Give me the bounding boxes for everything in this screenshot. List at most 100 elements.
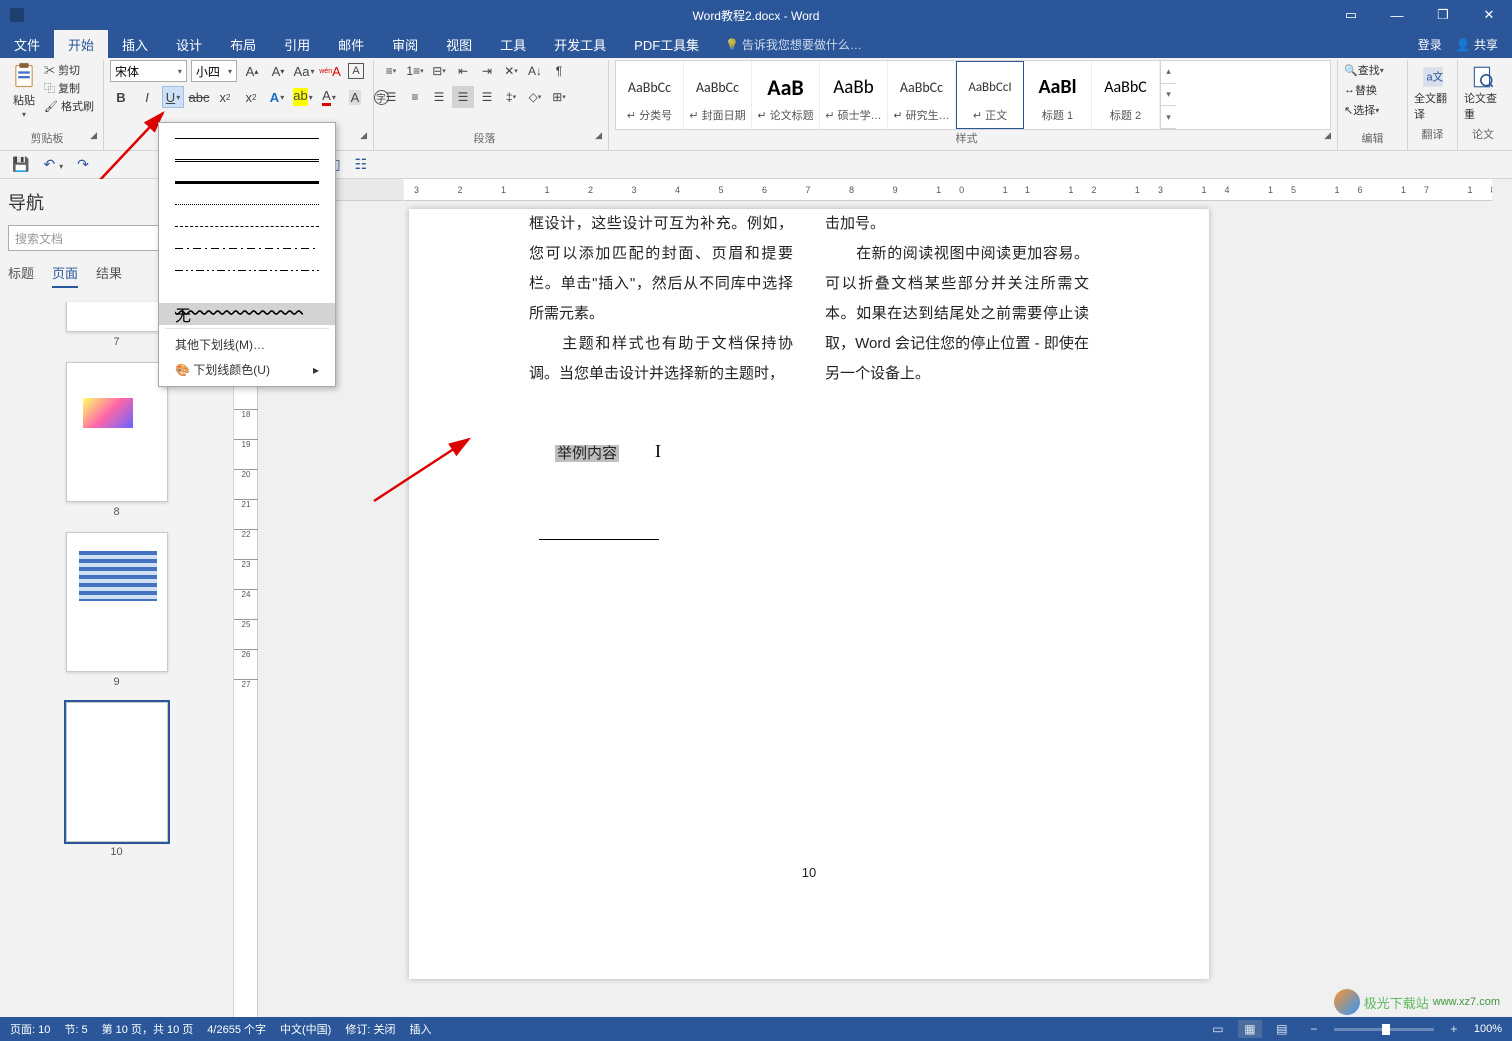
nav-tab-pages[interactable]: 页面 [52,263,78,288]
doc-col2[interactable]: 击加号。 在新的阅读视图中阅读更加容易。可以折叠文档某些部分并关注所需文本。如果… [825,209,1089,389]
tell-me-input[interactable]: 告诉我您想要做什么… [725,30,862,58]
status-track[interactable]: 修订: 关闭 [345,1021,395,1037]
group-translate[interactable]: a文 全文翻译 翻译 [1408,60,1458,150]
view-read-icon[interactable]: ▭ [1206,1020,1230,1038]
find-button[interactable]: 🔍 查找 ▾ [1344,60,1401,80]
doc-col1[interactable]: 框设计，这些设计可互为补充。例如，您可以添加匹配的封面、页眉和提要栏。单击"插入… [529,209,793,389]
horizontal-ruler[interactable]: 3 2 1 1 2 3 4 5 6 7 8 9 10 11 12 13 14 1… [404,179,1492,201]
paragraph-launcher-icon[interactable]: ◢ [595,130,602,141]
zoom-slider[interactable] [1334,1028,1434,1031]
tab-references[interactable]: 引用 [270,30,324,58]
tab-tools[interactable]: 工具 [486,30,540,58]
tab-insert[interactable]: 插入 [108,30,162,58]
style-↵ 硕士学…[interactable]: AaBb↵ 硕士学… [820,61,888,129]
view-print-icon[interactable]: ▦ [1238,1020,1262,1038]
strikethrough-button[interactable]: abc [188,86,210,108]
restore-icon[interactable]: ❐ [1420,0,1466,30]
line-spacing-icon[interactable]: ‡▾ [500,86,522,108]
font-color-icon[interactable]: A▾ [318,86,340,108]
ribbon-options-icon[interactable]: ▭ [1328,0,1374,30]
change-case-icon[interactable]: Aa▾ [293,60,315,82]
close-icon[interactable]: ✕ [1466,0,1512,30]
thumb-10[interactable] [66,702,168,842]
borders-icon[interactable]: ⊞▾ [548,86,570,108]
phonetic-guide-icon[interactable]: wénA [319,60,341,82]
format-painter-button[interactable]: 🖌 格式刷 [44,98,94,114]
tab-review[interactable]: 审阅 [378,30,432,58]
show-marks-icon[interactable]: ¶ [548,60,570,82]
autosave-indicator[interactable] [10,8,24,22]
decrease-font-icon[interactable]: A▾ [267,60,289,82]
numbering-icon[interactable]: 1≡▾ [404,60,426,82]
decrease-indent-icon[interactable]: ⇤ [452,60,474,82]
style-标题 2[interactable]: AaBbC标题 2 [1092,61,1160,129]
styles-down-icon[interactable]: ▾ [1161,84,1176,107]
font-size-select[interactable]: 小四▾ [191,60,237,82]
undo-icon[interactable]: ↶ ▾ [43,156,63,173]
minimize-icon[interactable]: — [1374,0,1420,30]
selected-text[interactable]: 举例内容 [555,445,619,462]
touch-mode-icon[interactable]: ☷ [355,156,368,173]
align-right-icon[interactable]: ☰ [428,86,450,108]
bold-button[interactable]: B [110,86,132,108]
underline-dot-dash[interactable] [159,237,335,259]
redo-icon[interactable]: ↷ [77,156,89,173]
tab-mailings[interactable]: 邮件 [324,30,378,58]
justify-icon[interactable]: ☰ [452,86,474,108]
group-lookup[interactable]: 论文查重 论文 [1458,60,1508,150]
tab-view[interactable]: 视图 [432,30,486,58]
page-canvas[interactable]: 框设计，这些设计可互为补充。例如，您可以添加匹配的封面、页眉和提要栏。单击"插入… [409,209,1209,979]
distribute-icon[interactable]: ☰ [476,86,498,108]
underline-double[interactable] [159,149,335,171]
style-↵ 研究生…[interactable]: AaBbCc↵ 研究生… [888,61,956,129]
thumb-8[interactable] [66,362,168,502]
shading-icon[interactable]: ◇▾ [524,86,546,108]
tab-home[interactable]: 开始 [54,30,108,58]
font-name-select[interactable]: 宋体▾ [110,60,187,82]
sort-icon[interactable]: A↓ [524,60,546,82]
underline-single[interactable] [159,127,335,149]
zoom-out-icon[interactable]: − [1302,1020,1326,1038]
cut-button[interactable]: ✂ 剪切 [44,62,94,78]
style-↵ 论文标题[interactable]: AaB↵ 论文标题 [752,61,820,129]
zoom-in-icon[interactable]: + [1442,1020,1466,1038]
status-words[interactable]: 4/2655 个字 [207,1021,266,1037]
increase-indent-icon[interactable]: ⇥ [476,60,498,82]
tab-pdf[interactable]: PDF工具集 [620,30,713,58]
document-area[interactable]: 3 2 1 1 2 3 4 5 6 7 8 9 10 11 12 13 14 1… [234,179,1512,1017]
status-section[interactable]: 节: 5 [64,1021,87,1037]
subscript-button[interactable]: x2 [214,86,236,108]
underline-dotted[interactable] [159,193,335,215]
char-border-icon[interactable]: A [345,60,367,82]
select-button[interactable]: ↖ 选择 ▾ [1344,100,1401,120]
highlight-color-icon[interactable]: ab▾ [292,86,314,108]
superscript-button[interactable]: x2 [240,86,262,108]
asian-layout-icon[interactable]: ✕▾ [500,60,522,82]
align-left-icon[interactable]: ☰ [380,86,402,108]
thumb-7[interactable] [66,302,168,332]
underline-color[interactable]: 🎨 下划线颜色(U)▸ [159,357,335,382]
zoom-level[interactable]: 100% [1474,1023,1502,1035]
char-shading-icon[interactable]: A [344,86,366,108]
tab-dev[interactable]: 开发工具 [540,30,620,58]
underline-thick[interactable] [159,171,335,193]
underline-dashed[interactable] [159,215,335,237]
bullets-icon[interactable]: ≡▾ [380,60,402,82]
replace-button[interactable]: ↔ 替换 [1344,80,1401,100]
nav-tab-headings[interactable]: 标题 [8,263,34,288]
style-↵ 正文[interactable]: AaBbCcI↵ 正文 [956,61,1024,129]
status-page[interactable]: 页面: 10 [10,1021,50,1037]
paste-button[interactable]: 粘贴▾ [10,60,38,119]
italic-button[interactable]: I [136,86,158,108]
align-center-icon[interactable]: ≡ [404,86,426,108]
underline-more[interactable]: 其他下划线(M)… [159,332,335,357]
tab-file[interactable]: 文件 [0,30,54,58]
clipboard-launcher-icon[interactable]: ◢ [90,130,97,141]
copy-button[interactable]: ⿻ 复制 [44,80,94,96]
style-标题 1[interactable]: AaBl标题 1 [1024,61,1092,129]
nav-tab-results[interactable]: 结果 [96,263,122,288]
thumb-9[interactable] [66,532,168,672]
styles-more-icon[interactable]: ▾ [1161,106,1176,129]
underline-wave[interactable] [159,281,335,303]
status-insert[interactable]: 插入 [409,1021,431,1037]
